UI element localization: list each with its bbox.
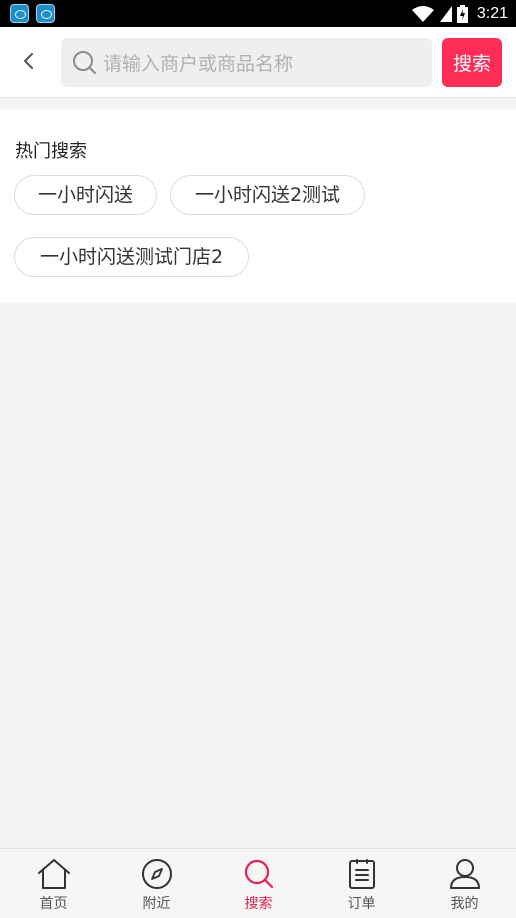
bottom-nav: 首页 附近 搜索 订单 我的 bbox=[0, 848, 516, 917]
search-header: 搜索 bbox=[0, 27, 516, 98]
battery-icon bbox=[456, 4, 468, 23]
nav-item-home[interactable]: 首页 bbox=[2, 849, 105, 918]
hot-search-tag[interactable]: 一小时闪送测试门店2 bbox=[14, 237, 249, 277]
app-notification-icon bbox=[36, 4, 55, 23]
app-notification-icon bbox=[10, 4, 29, 23]
hot-search-title: 热门搜索 bbox=[15, 141, 87, 162]
nav-label: 我的 bbox=[450, 896, 479, 912]
hot-search-tag[interactable]: 一小时闪送2测试 bbox=[170, 175, 365, 215]
search-icon bbox=[73, 51, 96, 74]
nav-item-mine[interactable]: 我的 bbox=[413, 849, 516, 918]
search-input[interactable] bbox=[101, 38, 425, 89]
chevron-left-icon bbox=[24, 53, 33, 69]
clock: 3:21 bbox=[476, 4, 508, 22]
hot-search-panel: 热门搜索 一小时闪送 一小时闪送2测试 一小时闪送测试门店2 bbox=[0, 109, 516, 303]
status-bar: 3:21 bbox=[0, 0, 516, 27]
nav-label: 首页 bbox=[39, 896, 68, 912]
home-icon bbox=[37, 859, 70, 889]
search-box[interactable] bbox=[61, 38, 432, 89]
search-button[interactable]: 搜索 bbox=[442, 38, 502, 87]
nav-label: 搜索 bbox=[244, 896, 273, 912]
nav-label: 附近 bbox=[142, 896, 171, 912]
search-icon bbox=[244, 859, 273, 889]
signal-icon bbox=[439, 5, 452, 22]
wifi-icon bbox=[411, 5, 434, 22]
back-button[interactable] bbox=[14, 46, 44, 76]
nav-label: 订单 bbox=[347, 896, 376, 912]
nav-item-search[interactable]: 搜索 bbox=[207, 849, 310, 918]
hot-search-tag[interactable]: 一小时闪送 bbox=[14, 175, 157, 215]
order-list-icon bbox=[348, 859, 375, 889]
nav-item-orders[interactable]: 订单 bbox=[310, 849, 413, 918]
user-icon bbox=[449, 859, 480, 889]
status-icons: 3:21 bbox=[411, 3, 508, 24]
compass-icon bbox=[141, 859, 172, 889]
nav-item-nearby[interactable]: 附近 bbox=[105, 849, 208, 918]
